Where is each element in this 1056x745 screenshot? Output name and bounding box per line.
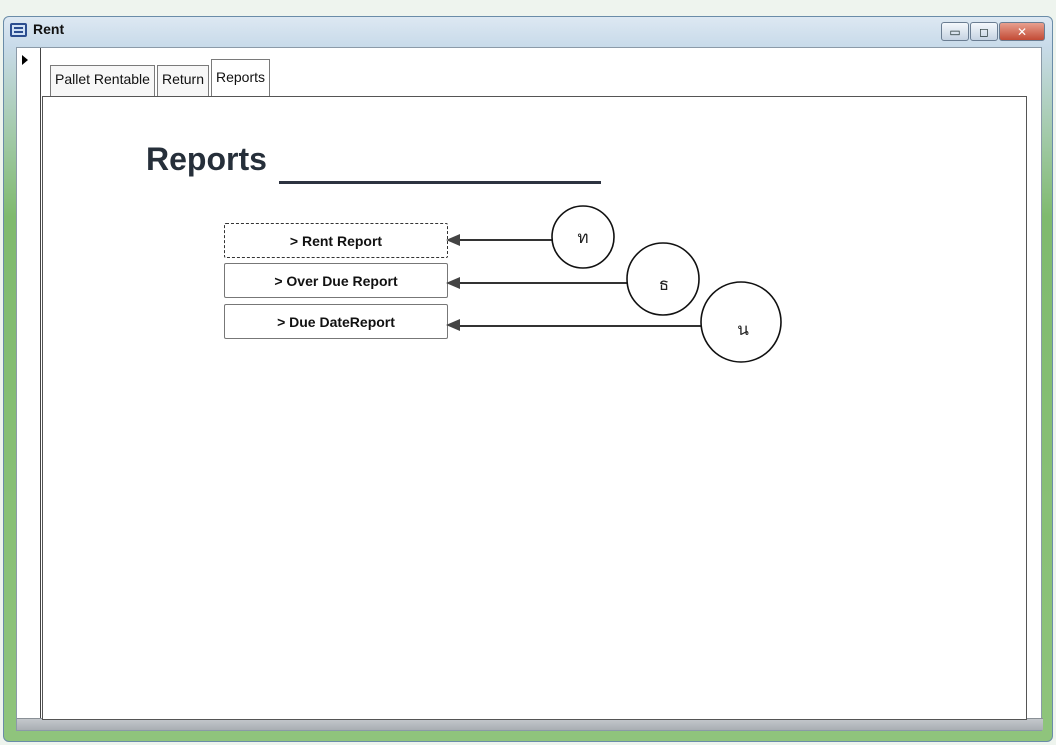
rent-report-button[interactable]: > Rent Report (224, 223, 448, 258)
tab-pallet-rentable[interactable]: Pallet Rentable (50, 65, 155, 96)
window-title: Rent (33, 21, 65, 37)
reports-tab-page: Reports > Rent Report > Over Due Report … (42, 96, 1027, 720)
rent-form-window: Rent ▭ ◻ ✕ Pallet Rentable Return Report… (3, 16, 1053, 742)
tab-reports[interactable]: Reports (210, 59, 271, 96)
form-client-area: Pallet Rentable Return Reports Reports >… (16, 47, 1043, 731)
record-selector[interactable] (17, 48, 41, 724)
current-record-arrow-icon (22, 55, 28, 65)
close-button[interactable]: ✕ (999, 22, 1045, 41)
due-date-report-button[interactable]: > Due DateReport (224, 304, 448, 339)
heading-underline (279, 181, 601, 184)
title-bar[interactable]: Rent ▭ ◻ ✕ (4, 17, 1052, 47)
tab-return[interactable]: Return (156, 65, 209, 96)
over-due-report-button[interactable]: > Over Due Report (224, 263, 448, 298)
minimize-button[interactable]: ▭ (941, 22, 969, 41)
page-title: Reports (146, 141, 267, 177)
form-icon (10, 23, 27, 37)
tab-strip: Pallet Rentable Return Reports (50, 59, 271, 96)
window-controls: ▭ ◻ ✕ (940, 22, 1045, 41)
maximize-button[interactable]: ◻ (970, 22, 998, 41)
